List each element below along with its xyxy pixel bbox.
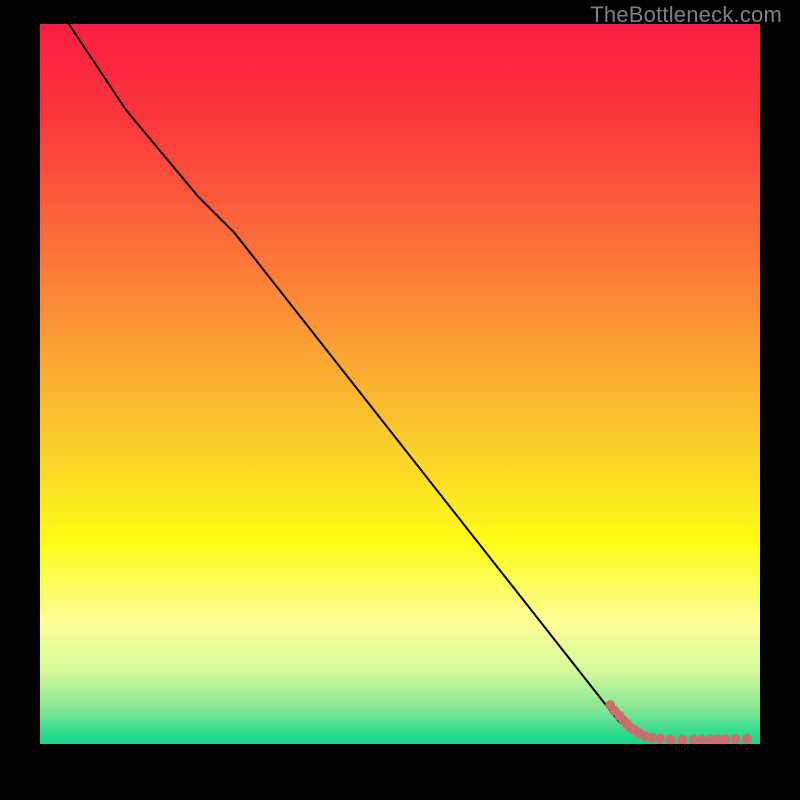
data-point	[647, 733, 657, 743]
plot-area	[40, 24, 760, 744]
data-point	[731, 734, 741, 744]
data-point	[656, 734, 666, 744]
data-point	[742, 734, 752, 744]
chart-svg	[40, 24, 760, 744]
chart-container: TheBottleneck.com	[0, 0, 800, 800]
data-point	[720, 734, 730, 744]
gradient-background	[40, 24, 760, 744]
